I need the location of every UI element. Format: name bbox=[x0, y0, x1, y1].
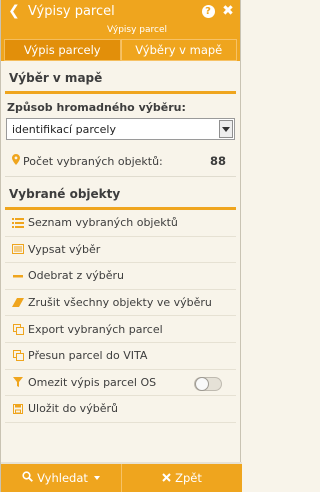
selection-method-value: identifikací parcely bbox=[12, 122, 116, 136]
help-button[interactable]: ? bbox=[200, 3, 216, 19]
search-button-label: Vyhledat bbox=[37, 471, 88, 485]
selection-method-select[interactable]: identifikací parcely bbox=[6, 118, 235, 140]
selection-method-label: Způsob hromadného výběru: bbox=[7, 101, 186, 114]
search-icon bbox=[22, 471, 34, 485]
panel-title: Výpisy parcel bbox=[28, 3, 115, 19]
item-label: Přesun parcel do VITA bbox=[28, 349, 148, 363]
limit-listing-toggle[interactable] bbox=[194, 376, 222, 391]
parcel-listing-panel: ❮ Výpisy parcel ? ✖ Výpisy parcel Výpis … bbox=[0, 0, 242, 492]
caret-down-icon bbox=[93, 476, 100, 480]
chevron-down-icon[interactable] bbox=[219, 120, 233, 138]
footer-bar: Vyhledat Zpět bbox=[1, 462, 242, 492]
list-selected-objects-item[interactable]: Seznam vybraných objektů bbox=[5, 210, 236, 237]
export-parcels-item[interactable]: Export vybraných parcel bbox=[5, 316, 236, 343]
copy-icon bbox=[12, 323, 24, 335]
tab-map-selections[interactable]: Výběry v mapě bbox=[120, 39, 237, 61]
listing-icon bbox=[12, 243, 24, 255]
tab-parcel-listing[interactable]: Výpis parcely bbox=[4, 39, 121, 61]
section-title-map-selection: Výběr v mapě bbox=[9, 71, 103, 85]
remove-from-selection-item[interactable]: Odebrat z výběru bbox=[5, 263, 236, 290]
selected-count-label: Počet vybraných objektů: bbox=[23, 154, 163, 168]
search-button[interactable]: Vyhledat bbox=[1, 464, 121, 492]
print-selection-item[interactable]: Vypsat výběr bbox=[5, 237, 236, 264]
move-to-vita-item[interactable]: Přesun parcel do VITA bbox=[5, 343, 236, 370]
subheader-title: Výpisy parcel bbox=[1, 22, 240, 39]
selected-count-value: 88 bbox=[209, 154, 226, 168]
item-label: Seznam vybraných objektů bbox=[28, 216, 178, 230]
help-icon: ? bbox=[201, 4, 215, 18]
selected-count-row: Počet vybraných objektů: 88 bbox=[1, 146, 240, 176]
limit-listing-os-item: Omezit výpis parcel OS bbox=[5, 370, 236, 397]
eraser-icon bbox=[12, 297, 24, 309]
close-button[interactable]: ✖ bbox=[220, 3, 236, 19]
close-icon bbox=[162, 471, 171, 485]
filter-icon bbox=[12, 376, 24, 388]
close-icon: ✖ bbox=[222, 3, 234, 19]
item-label: Odebrat z výběru bbox=[28, 269, 124, 283]
minus-icon bbox=[12, 270, 24, 282]
item-label: Omezit výpis parcel OS bbox=[28, 375, 157, 389]
item-label: Export vybraných parcel bbox=[28, 322, 163, 336]
tab-bar: Výpis parcely Výběry v mapě bbox=[1, 39, 240, 61]
item-label: Zrušit všechny objekty ve výběru bbox=[28, 296, 212, 310]
section-title-selected-objects: Vybrané objekty bbox=[9, 187, 121, 201]
panel-header: ❮ Výpisy parcel ? ✖ bbox=[1, 0, 240, 22]
item-label: Uložit do výběrů bbox=[28, 402, 118, 416]
chevron-left-icon[interactable]: ❮ bbox=[1, 0, 27, 22]
toggle-knob bbox=[195, 376, 209, 391]
back-button-label: Zpět bbox=[175, 471, 202, 485]
divider bbox=[5, 176, 236, 177]
map-pin-icon bbox=[12, 154, 20, 168]
save-icon bbox=[12, 403, 24, 415]
clear-selection-item[interactable]: Zrušit všechny objekty ve výběru bbox=[5, 290, 236, 317]
back-button[interactable]: Zpět bbox=[121, 464, 242, 492]
copy-icon bbox=[12, 350, 24, 362]
list-icon bbox=[12, 217, 24, 229]
save-to-selections-item[interactable]: Uložit do výběrů bbox=[5, 396, 236, 423]
item-label: Vypsat výběr bbox=[28, 242, 101, 256]
